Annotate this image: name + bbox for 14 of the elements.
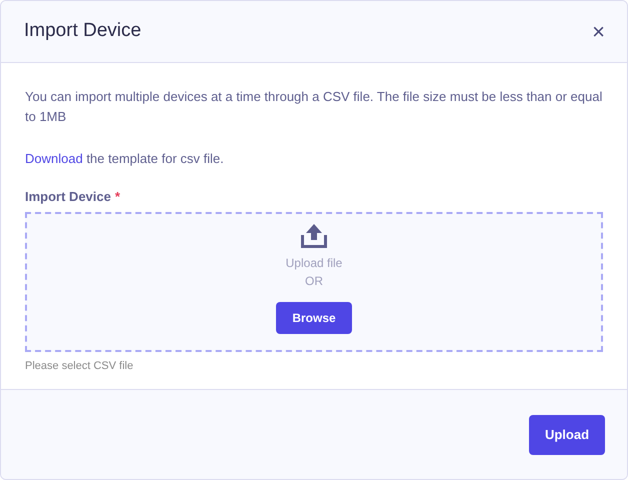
close-button[interactable]: × — [592, 20, 605, 42]
template-text: Download the template for csv file. — [25, 150, 225, 168]
upload-button[interactable]: Upload — [529, 414, 605, 454]
browse-button[interactable]: Browse — [276, 302, 352, 334]
or-text: OR — [305, 273, 323, 290]
download-link[interactable]: Download — [25, 151, 83, 166]
help-text: Please select CSV file — [25, 359, 134, 374]
required-mark: * — [114, 188, 120, 206]
dialog-title: Import Device — [24, 19, 142, 44]
description-text: You can import multiple devices at a time through a CSV file. The file size must be less than or equal to 1MB — [25, 88, 603, 126]
upload-dropzone[interactable]: Upload file OR Browse — [25, 212, 603, 352]
upload-icon — [298, 222, 330, 250]
field-label: Import Device — [25, 188, 111, 206]
upload-text: Upload file — [286, 255, 342, 272]
